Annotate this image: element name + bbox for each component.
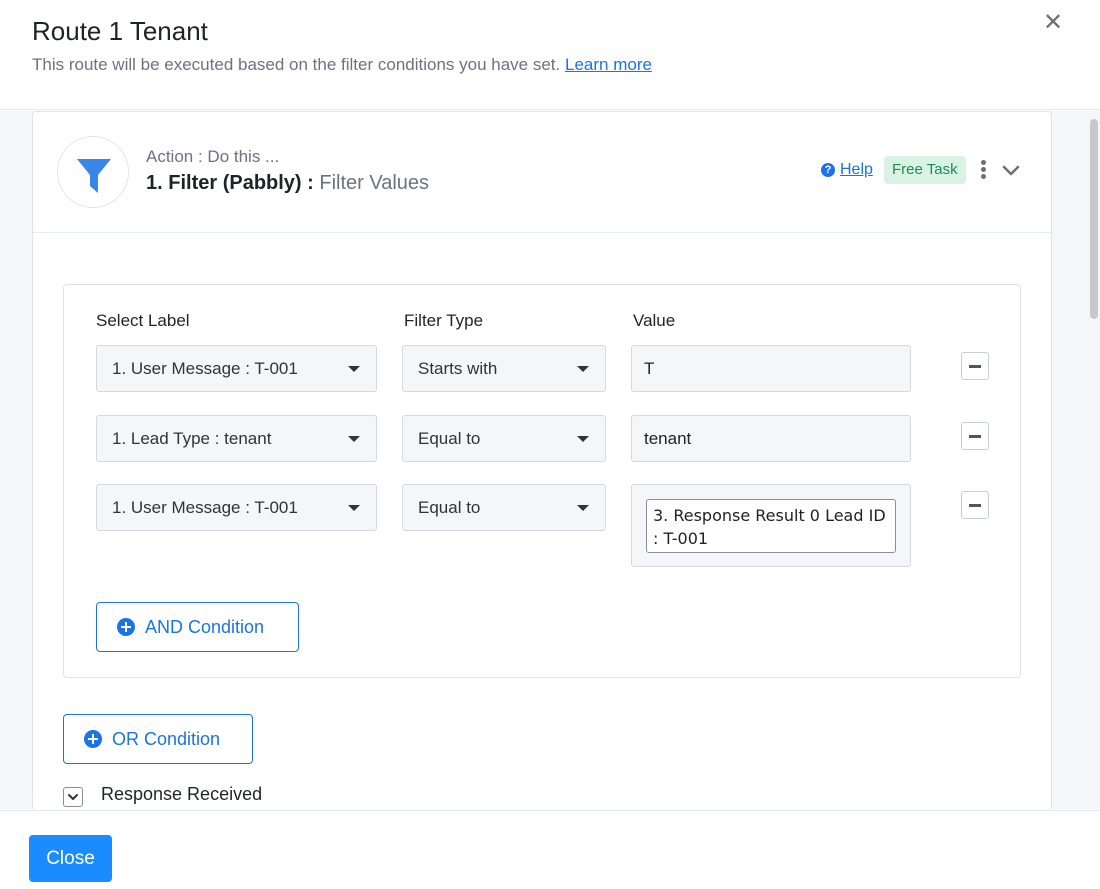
action-title-main: 1. Filter (Pabbly) : xyxy=(146,172,314,194)
and-condition-label: AND Condition xyxy=(145,616,265,637)
question-circle-icon: ? xyxy=(821,163,835,177)
caret-down-icon xyxy=(577,366,589,372)
or-condition-button[interactable]: OR Condition xyxy=(63,714,253,764)
filter-type-value: Starts with xyxy=(418,359,498,378)
chevron-down-icon[interactable] xyxy=(999,158,1023,182)
value-input[interactable]: T xyxy=(631,345,911,392)
select-label-dropdown[interactable]: 1. User Message : T-001 xyxy=(96,484,377,531)
select-label-value: 1. User Message : T-001 xyxy=(112,359,298,378)
value-input[interactable]: tenant xyxy=(631,415,911,462)
filter-type-value: Equal to xyxy=(418,498,481,517)
remove-condition-button[interactable] xyxy=(961,422,989,450)
response-toggle-chevron-icon[interactable] xyxy=(63,787,83,807)
help-link[interactable]: ? Help xyxy=(821,161,873,179)
filter-type-dropdown[interactable]: Starts with xyxy=(402,345,606,392)
modal-footer: Close xyxy=(0,810,1100,889)
filter-funnel-icon xyxy=(57,136,129,208)
select-label-dropdown[interactable]: 1. User Message : T-001 xyxy=(96,345,377,392)
free-task-badge: Free Task xyxy=(884,156,966,184)
minus-icon xyxy=(969,504,981,507)
caret-down-icon xyxy=(577,505,589,511)
action-card-header[interactable]: Action : Do this ... 1. Filter (Pabbly) … xyxy=(33,112,1051,233)
modal-body: Action : Do this ... 1. Filter (Pabbly) … xyxy=(0,111,1100,809)
action-title: 1. Filter (Pabbly) : Filter Values xyxy=(146,172,429,195)
remove-condition-button[interactable] xyxy=(961,491,989,519)
remove-condition-button[interactable] xyxy=(961,352,989,380)
value-header: Value xyxy=(633,311,676,330)
minus-icon xyxy=(969,435,981,438)
scrollbar[interactable] xyxy=(1088,111,1100,809)
plus-circle-icon xyxy=(84,730,102,748)
page-title: Route 1 Tenant xyxy=(32,16,208,46)
help-label: Help xyxy=(840,161,873,178)
select-label-header: Select Label xyxy=(96,311,190,330)
and-condition-button[interactable]: AND Condition xyxy=(96,602,299,652)
modal-header: Route 1 Tenant This route will be execut… xyxy=(0,0,1100,110)
response-received-label: Response Received xyxy=(101,784,263,804)
action-label: Action : Do this ... xyxy=(146,147,280,166)
caret-down-icon xyxy=(348,505,360,511)
value-input[interactable]: 3. Response Result 0 Lead ID : T-001 xyxy=(631,484,911,567)
caret-down-icon xyxy=(577,436,589,442)
scrollbar-thumb[interactable] xyxy=(1090,119,1098,319)
select-label-value: 1. Lead Type : tenant xyxy=(112,429,272,448)
select-label-dropdown[interactable]: 1. Lead Type : tenant xyxy=(96,415,377,462)
filter-type-value: Equal to xyxy=(418,429,481,448)
and-condition-group: Select Label Filter Type Value 1. User M… xyxy=(63,284,1021,678)
learn-more-link[interactable]: Learn more xyxy=(565,55,652,74)
minus-icon xyxy=(969,365,981,368)
plus-circle-icon xyxy=(117,618,135,636)
close-button[interactable]: Close xyxy=(29,835,112,882)
action-card: Action : Do this ... 1. Filter (Pabbly) … xyxy=(32,111,1052,809)
close-icon[interactable]: ✕ xyxy=(1040,8,1066,38)
more-options-icon[interactable] xyxy=(977,159,989,183)
subtitle-text: This route will be executed based on the… xyxy=(32,55,561,74)
select-label-value: 1. User Message : T-001 xyxy=(112,498,298,517)
caret-down-icon xyxy=(348,436,360,442)
mapped-field-chip[interactable]: 3. Response Result 0 Lead ID : T-001 xyxy=(646,499,896,553)
action-title-sub: Filter Values xyxy=(319,172,430,194)
filter-type-header: Filter Type xyxy=(404,311,484,330)
filter-type-dropdown[interactable]: Equal to xyxy=(402,484,606,531)
page-subtitle: This route will be executed based on the… xyxy=(32,55,652,75)
filter-type-dropdown[interactable]: Equal to xyxy=(402,415,606,462)
or-condition-label: OR Condition xyxy=(112,728,221,749)
caret-down-icon xyxy=(348,366,360,372)
